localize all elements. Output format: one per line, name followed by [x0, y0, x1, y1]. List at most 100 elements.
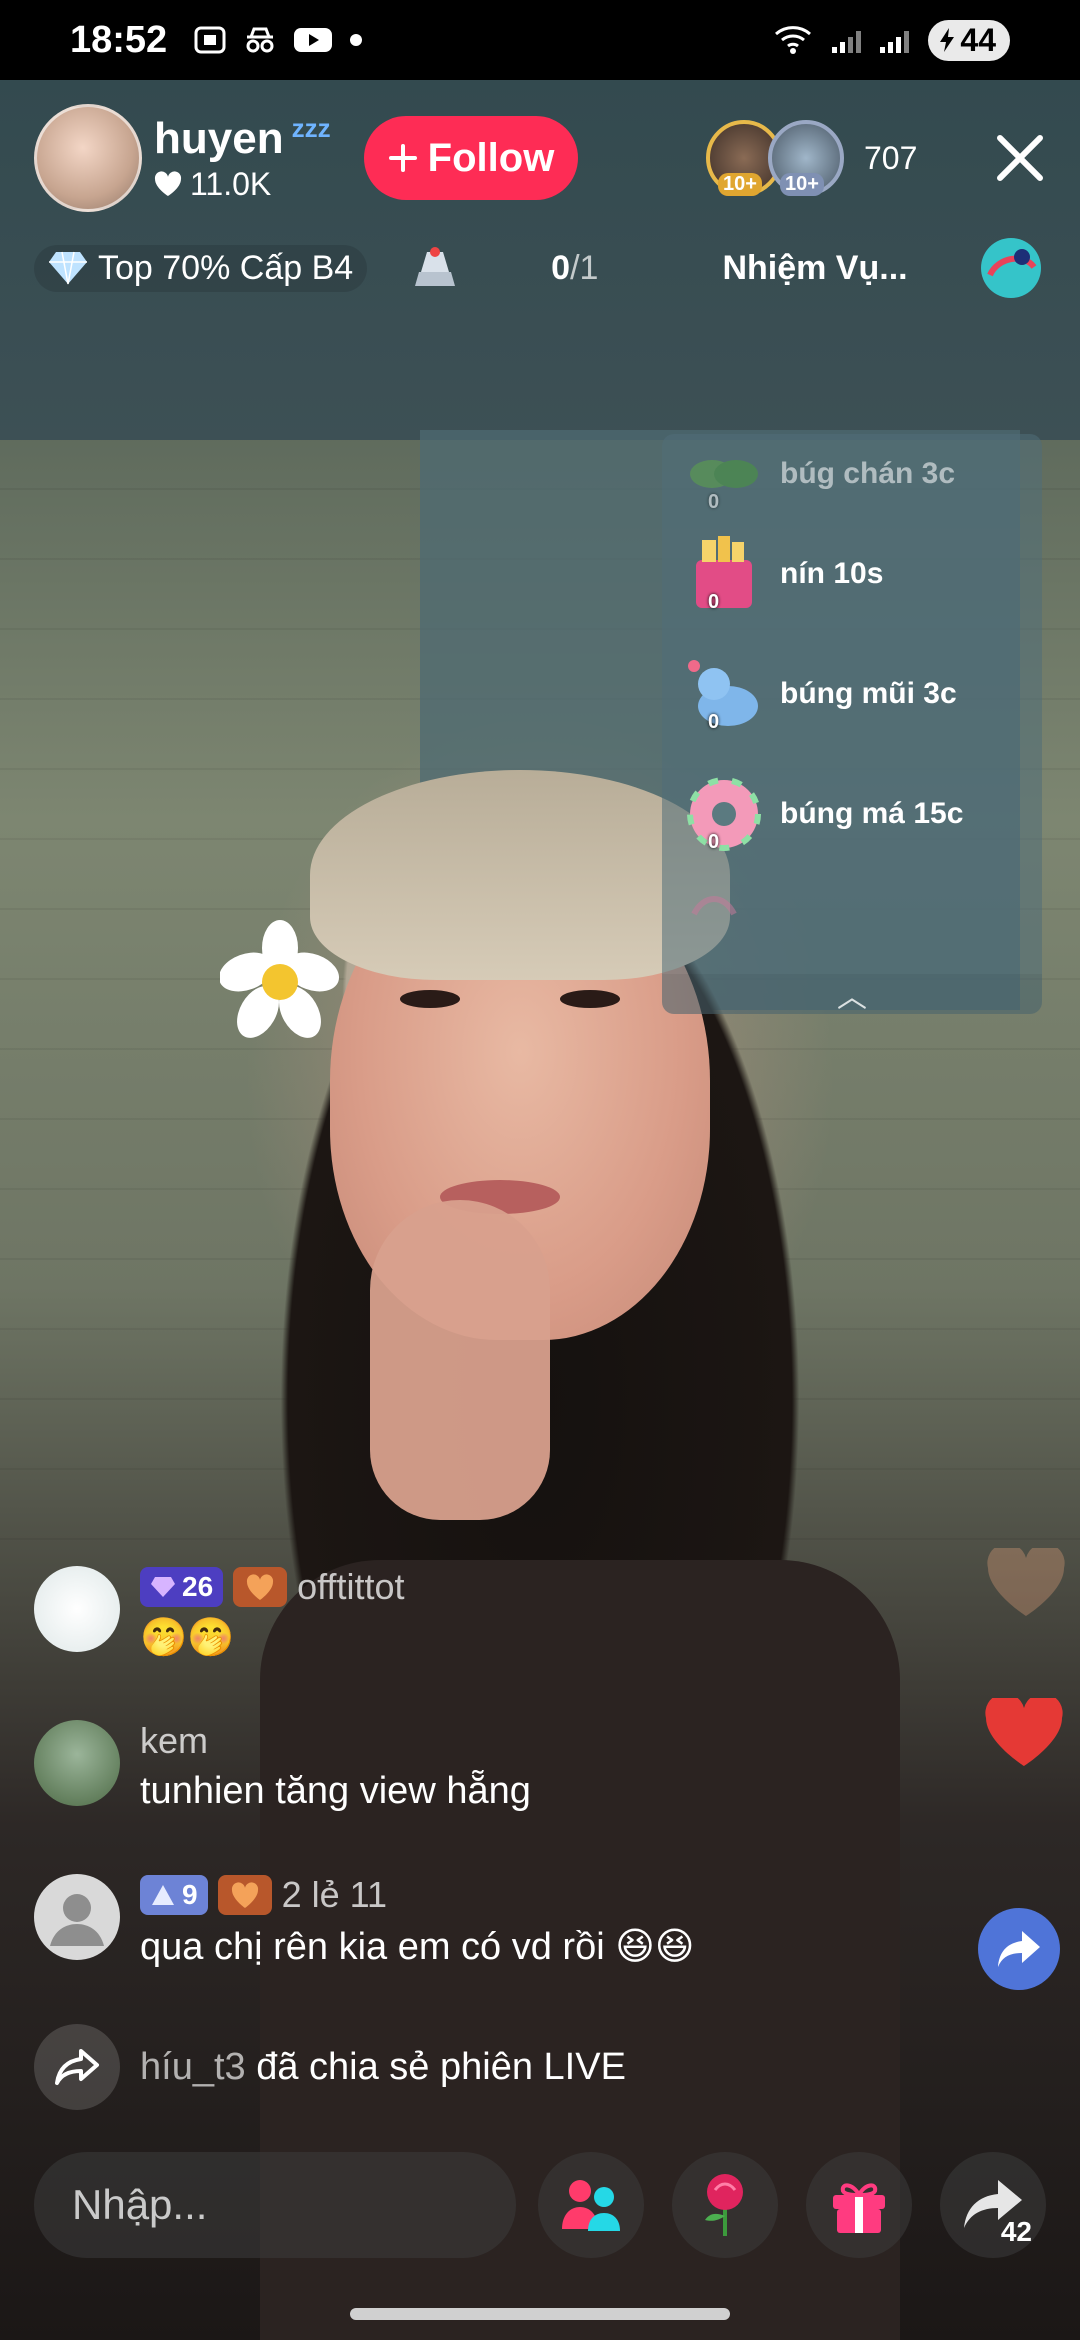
battery-level: 44	[960, 21, 996, 58]
dot-icon	[350, 34, 363, 46]
status-time: 18:52	[70, 18, 168, 61]
goal-count: 0	[708, 711, 720, 733]
like-heart-icon	[985, 1698, 1063, 1766]
comment-text: tunhien tăng view hẵng	[140, 1770, 531, 1812]
top-viewers[interactable]: 10+ 10+ 707	[706, 120, 917, 196]
diamond-icon	[49, 251, 87, 285]
guests-button[interactable]	[538, 2152, 644, 2258]
viewer-count[interactable]: 707	[864, 140, 917, 177]
host-likes: 11.0K	[154, 166, 331, 203]
sleep-icon: zzz	[291, 113, 331, 143]
share-button[interactable]: 42	[940, 2152, 1046, 2258]
status-system-icons: 44	[774, 19, 1010, 61]
live-video-frame	[0, 0, 1080, 2340]
heart-icon	[154, 171, 182, 196]
level-badge: 9	[140, 1875, 208, 1915]
comment-header: kem	[140, 1720, 531, 1762]
comment-avatar[interactable]	[34, 1720, 120, 1806]
host-profile[interactable]: huyen zzz 11.0K	[34, 104, 331, 212]
task-progress: 0/1	[551, 249, 598, 288]
gift-icon	[833, 2183, 885, 2233]
goal-label: búg chán 3c	[780, 457, 956, 490]
plus-icon	[388, 144, 417, 172]
incognito-icon	[246, 27, 274, 53]
wifi-icon	[775, 26, 812, 54]
status-bar: 18:52 44	[0, 0, 1080, 80]
comment-username[interactable]: offtittot	[297, 1566, 404, 1608]
youtube-icon	[294, 28, 333, 52]
signal-icon-2	[880, 27, 910, 53]
goal-item[interactable]: 0 búng mũi 3c	[662, 634, 1042, 754]
mission-icon[interactable]	[978, 235, 1044, 301]
rank-badge[interactable]: Top 70% Cấp B4	[34, 244, 368, 292]
gift-box-icon: 0	[684, 534, 764, 614]
close-icon[interactable]	[990, 128, 1050, 188]
share-username[interactable]: híu_t3	[140, 2046, 246, 2088]
share-count: 42	[1000, 2216, 1032, 2247]
chevron-up-icon[interactable]: ︿	[662, 974, 1042, 1014]
follow-button[interactable]: Follow	[364, 116, 578, 200]
charging-bolt-icon	[940, 28, 955, 52]
home-indicator[interactable]	[350, 2308, 730, 2320]
share-fab-button[interactable]	[978, 1908, 1060, 1990]
comment-body: kem tunhien tăng view hẵng	[140, 1720, 531, 1813]
comment-body: 26 offtittot 🤭🤭	[140, 1566, 405, 1660]
bottom-bar: Nhập... 42	[34, 2150, 1054, 2260]
clover-icon: 0	[684, 434, 764, 514]
ribbon-icon	[691, 896, 737, 916]
trophy-icon[interactable]	[407, 240, 463, 296]
progress-total: /1	[570, 248, 599, 287]
level-badge: 26	[140, 1567, 224, 1607]
rose-icon	[705, 2174, 743, 2236]
fan-heart-icon	[231, 1882, 258, 1908]
comment-avatar[interactable]	[34, 1566, 120, 1652]
goals-panel[interactable]: 0 búg chán 3c 0 nín 10s 0 búng mũi 3c 0 …	[662, 434, 1042, 1014]
streamer-eye-right	[560, 990, 620, 1008]
fan-heart-icon	[247, 1574, 274, 1600]
chat-comment[interactable]: kem tunhien tăng view hẵng	[34, 1720, 531, 1813]
comment-username[interactable]: kem	[140, 1720, 208, 1762]
diamond-level-icon	[151, 1577, 175, 1597]
gift-button[interactable]	[806, 2152, 912, 2258]
seal-icon: 0	[684, 654, 764, 734]
chat-comment[interactable]: 9 2 lẻ 11 qua chị rên kia em có vd rồi 😆…	[34, 1874, 694, 1969]
viewer-avatar-2[interactable]: 10+	[768, 120, 844, 196]
fan-badge	[217, 1875, 272, 1915]
comment-header: 9 2 lẻ 11	[140, 1874, 694, 1916]
task-label[interactable]: Nhiệm Vụ...	[722, 249, 907, 288]
host-name: huyen	[154, 113, 284, 163]
share-arrow-icon	[998, 1931, 1040, 1967]
goal-label: búng má 15c	[780, 797, 964, 830]
share-event-text: híu_t3 đã chia sẻ phiên LIVE	[140, 2046, 626, 2089]
share-event-icon-wrap	[34, 2024, 120, 2110]
follow-label: Follow	[427, 135, 555, 180]
comment-text: qua chị rên kia em có vd rồi 😆😆	[140, 1926, 695, 1968]
viewer-badge-2: 10+	[780, 173, 824, 196]
streamer-hand	[370, 1200, 550, 1520]
goal-count: 0	[708, 491, 720, 513]
screen-capture-icon	[194, 26, 226, 54]
goal-count: 0	[708, 831, 720, 853]
level-number: 26	[182, 1571, 214, 1602]
comment-header: 26 offtittot	[140, 1566, 405, 1608]
comment-input[interactable]: Nhập...	[34, 2152, 516, 2258]
likes-count: 11.0K	[190, 165, 272, 202]
info-row: Top 70% Cấp B4 0/1 Nhiệm Vụ...	[34, 238, 1044, 298]
host-avatar[interactable]	[34, 104, 142, 212]
goal-item[interactable]: 0 búg chán 3c	[662, 434, 1042, 514]
goal-item[interactable]: 0 búng má 15c	[662, 754, 1042, 874]
donut-icon: 0	[684, 774, 764, 854]
goal-item[interactable]: 0 nín 10s	[662, 514, 1042, 634]
multi-guest-icon	[562, 2180, 620, 2231]
triangle-level-icon	[152, 1885, 174, 1905]
rose-gift-button[interactable]	[672, 2152, 778, 2258]
level-number: 9	[182, 1879, 198, 1910]
flower-icon	[220, 920, 340, 1038]
host-name-row: huyen zzz	[154, 113, 331, 164]
chat-comment[interactable]: 26 offtittot 🤭🤭	[34, 1566, 405, 1660]
host-info: huyen zzz 11.0K	[154, 113, 331, 203]
comment-username[interactable]: 2 lẻ 11	[282, 1874, 387, 1916]
share-icon	[55, 2049, 99, 2085]
battery-indicator: 44	[928, 19, 1010, 61]
comment-avatar[interactable]	[34, 1874, 120, 1960]
